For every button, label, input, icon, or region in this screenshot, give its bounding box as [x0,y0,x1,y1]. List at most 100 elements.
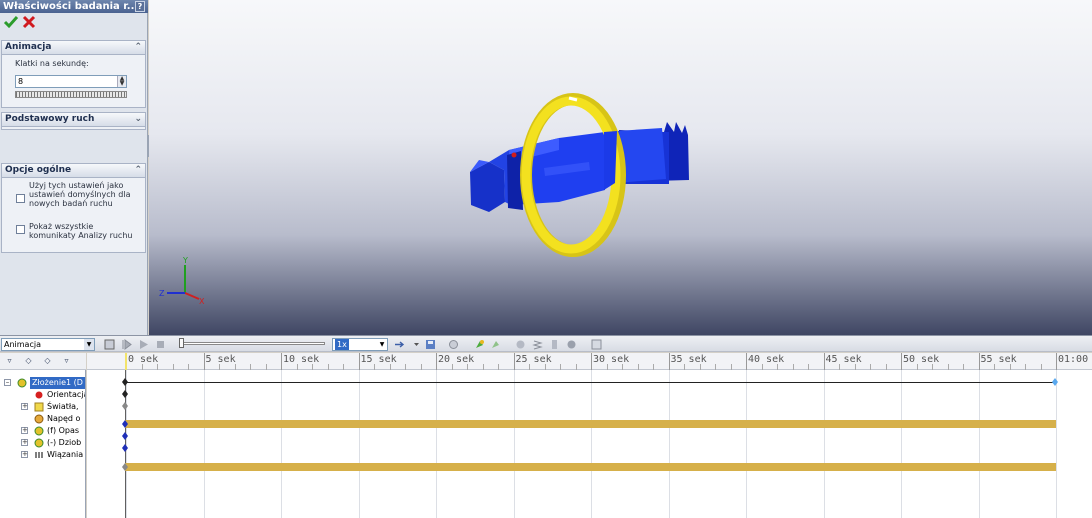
results-plot-icon[interactable] [591,339,602,350]
tree-item-label: (-) Dziob [47,438,82,447]
timeline-minor-tick [885,364,887,370]
spring-icon[interactable] [532,339,543,350]
timeline-minor-tick [699,364,701,370]
key-point-icon[interactable] [122,390,128,398]
collapse-chevron-icon[interactable]: ⌃ [134,164,142,177]
timeline-ruler[interactable]: 0 sek 5 sek 10 sek 15 sek 20 sek 25 sek 30 sek… [87,353,1092,370]
stop-icon[interactable] [155,339,166,350]
tree-item-mates[interactable]: + Wiązania [0,449,85,461]
graphics-viewport[interactable]: Y X Z [149,0,1092,335]
animation-group-header[interactable]: Animacja ⌃ [2,41,145,55]
help-button[interactable]: ? [135,1,145,12]
motor-icon [34,414,44,424]
tree-expand-icon[interactable]: + [21,427,28,434]
timeline-grid-line [203,370,205,518]
cancel-x-icon[interactable] [21,14,37,30]
timeline-minor-tick [1040,364,1042,370]
timeline-minor-tick [482,364,484,370]
filter-selected-icon[interactable]: ◇ [41,355,54,367]
tree-expand-icon[interactable]: + [21,451,28,458]
timeline-minor-tick [932,364,933,370]
tree-item-lights[interactable]: + Światła, [0,401,85,413]
key-point-icon[interactable] [122,402,128,410]
timeline-minor-tick [854,364,856,370]
filter-driving-icon[interactable]: ◇ [22,355,35,367]
tree-filter-bar: ▿ ◇ ◇ ▿ [0,353,86,370]
general-options-group-header[interactable]: Opcje ogólne ⌃ [2,164,145,178]
playback-position-track[interactable] [183,342,325,345]
motion-feature-tree: – Złożenie1 (D Orientacja + Światła, Nap… [0,353,86,518]
key-point-icon[interactable] [122,432,128,440]
timeline-grid-line [668,370,670,518]
key-point-icon[interactable] [122,463,128,471]
motor-change-bar[interactable] [125,420,1056,428]
timeline-grid-line [1056,370,1057,518]
tree-item-label: Światła, [47,402,79,411]
play-icon[interactable] [138,339,149,350]
dropdown-arrow-icon[interactable]: ▼ [84,339,94,350]
fps-slider[interactable] [15,91,127,98]
basic-motion-group-header[interactable]: Podstawowy ruch ⌄ [2,113,145,127]
filter-animated-icon[interactable]: ▿ [3,355,16,367]
autokey-icon[interactable] [474,339,485,350]
mates-change-bar[interactable] [125,463,1056,471]
tree-expand-icon[interactable]: + [21,439,28,446]
tree-expand-icon[interactable]: + [21,403,28,410]
timeline-grid-line [591,370,592,518]
motor-icon[interactable] [515,339,526,350]
model-part [470,122,689,212]
tree-collapse-icon[interactable]: – [4,379,11,386]
ok-check-icon[interactable] [3,14,19,30]
timeline-minor-tick [451,364,453,370]
tree-item-motor[interactable]: Napęd o [0,413,85,425]
key-point-icon[interactable] [122,444,128,452]
timeline-minor-tick [575,364,577,370]
time-bar-handle[interactable] [125,353,127,370]
study-type-select[interactable]: Animacja ▼ [1,338,95,351]
tree-item-assembly[interactable]: – Złożenie1 (D [0,377,85,389]
key-point-icon[interactable] [122,378,128,386]
key-point-icon[interactable] [122,420,128,428]
tree-item-label: Złożenie1 (D [30,377,85,389]
timeline-grid-line [513,370,515,518]
timeline-minor-tick [1025,364,1026,370]
timeline-minor-tick [792,364,794,370]
fps-label: Klatki na sekundę: [15,59,89,68]
fps-input[interactable]: 8 [15,75,127,88]
triad-z-label: Z [159,289,165,298]
filter-results-icon[interactable]: ▿ [60,355,73,367]
timeline-label: 55 sek [980,354,1017,365]
timeline-label: 25 sek [515,354,552,365]
play-from-start-icon[interactable] [121,339,132,350]
tree-item-part-2[interactable]: + (-) Dziob [0,437,85,449]
save-animation-icon[interactable] [425,339,436,350]
playback-position-thumb[interactable] [179,338,184,348]
end-key-point-icon[interactable] [1052,378,1058,386]
mode-dropdown-icon[interactable] [411,339,422,350]
timeline[interactable]: 0 sek 5 sek 10 sek 15 sek 20 sek 25 sek 30 sek… [87,353,1092,518]
general-options-group: Opcje ogólne ⌃ Użyj tych ustawień jako u… [1,163,146,253]
timeline-minor-tick [916,364,918,370]
timeline-minor-tick [947,364,949,370]
animation-wizard-icon[interactable] [448,339,459,350]
contact-icon[interactable] [566,339,577,350]
collapse-chevron-icon[interactable]: ⌃ [134,41,142,54]
damper-icon[interactable] [549,339,560,350]
tree-item-label: Orientacja [47,390,86,399]
playback-speed-select[interactable]: 1x ▼ [332,338,388,351]
default-settings-checkbox[interactable] [16,194,25,203]
tree-item-part-1[interactable]: + (f) Opas [0,425,85,437]
lights-icon [34,402,44,412]
calculate-icon[interactable] [104,339,115,350]
assembly-model [470,93,689,257]
timeline-minor-tick [389,364,391,370]
playback-mode-arrow-icon[interactable] [394,339,405,350]
show-messages-checkbox[interactable] [16,225,25,234]
tree-item-orientation[interactable]: Orientacja [0,389,86,401]
fps-spinner-icon[interactable]: ▲ ▼ [117,76,126,87]
expand-chevron-icon[interactable]: ⌄ [134,113,142,126]
timeline-major-tick [203,353,205,370]
timeline-minor-tick [839,364,840,370]
dropdown-arrow-icon[interactable]: ▼ [377,339,387,350]
add-key-icon[interactable] [490,339,501,350]
